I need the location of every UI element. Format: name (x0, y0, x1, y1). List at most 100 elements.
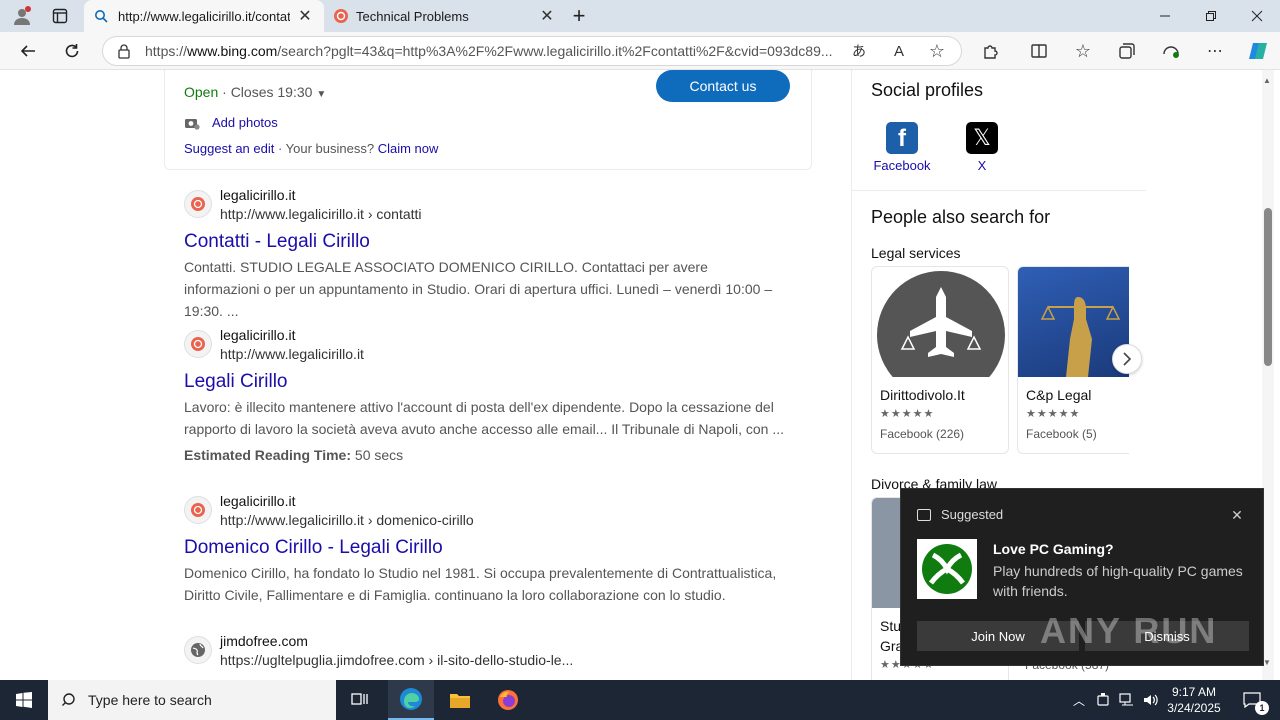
tab-title: http://www.legalicirillo.it/contatti (118, 8, 290, 24)
result-url[interactable]: http://www.legalicirillo.it › contatti (220, 206, 422, 222)
result-url[interactable]: http://www.legalicirillo.it (220, 346, 364, 362)
refresh-icon[interactable] (58, 38, 86, 64)
social-x[interactable]: 𝕏 X (952, 122, 1012, 173)
closes-time: · Closes 19:30 (218, 84, 313, 100)
site-favicon-icon (184, 190, 212, 218)
edge-taskbar-icon[interactable] (388, 680, 434, 720)
site-favicon-icon (184, 496, 212, 524)
notification-title: Love PC Gaming? (993, 541, 1114, 557)
card-name: Dirittodivolo.It (880, 387, 965, 403)
dismiss-button[interactable]: Dismiss (1085, 621, 1249, 651)
people-also-search-title: People also search for (871, 207, 1051, 227)
social-profiles-title: Social profiles (871, 80, 984, 100)
windows-start-icon[interactable] (0, 680, 48, 720)
tab-inactive[interactable]: Technical Problems ✕ (326, 0, 562, 32)
add-photos-row[interactable]: Add photos (184, 115, 278, 130)
claim-now-link[interactable]: Claim now (378, 141, 439, 156)
notification-center-icon[interactable]: 1 (1234, 680, 1270, 720)
more-options-icon[interactable]: ⋯ (1204, 40, 1226, 62)
url-prefix: https:// (145, 43, 188, 59)
sidebar-separator (852, 190, 1146, 191)
sidebar-divider (851, 70, 852, 680)
split-screen-icon[interactable] (1028, 40, 1050, 62)
contact-us-button[interactable]: Contact us (656, 70, 790, 102)
join-now-label: Join Now (971, 628, 1025, 644)
close-tab-icon[interactable]: ✕ (290, 6, 320, 26)
volume-icon[interactable] (1140, 680, 1162, 720)
device-icon[interactable] (1092, 680, 1114, 720)
tab-bar: http://www.legalicirillo.it/contatti ✕ T… (0, 0, 1280, 32)
restore-icon[interactable] (1188, 0, 1234, 32)
social-facebook[interactable]: f Facebook (872, 122, 932, 173)
reading-time-value: 50 secs (351, 447, 404, 463)
extensions-icon[interactable] (980, 40, 1002, 62)
taskbar-search-input[interactable]: Type here to search (48, 680, 336, 720)
performance-icon[interactable] (1160, 40, 1182, 62)
result-url[interactable]: http://www.legalicirillo.it › domenico-c… (220, 512, 474, 528)
chevron-up-icon[interactable]: ︿ (1068, 680, 1090, 720)
file-explorer-icon[interactable] (438, 680, 482, 720)
read-aloud-icon[interactable]: A (888, 40, 910, 62)
add-photos-link[interactable]: Add photos (212, 115, 278, 130)
favorite-star-icon[interactable]: ☆ (926, 40, 948, 62)
x-icon: 𝕏 (966, 122, 998, 154)
suggest-edit-link[interactable]: Suggest an edit (184, 141, 274, 156)
rating-stars-icon: ★★★★★ (1026, 408, 1081, 420)
minimize-icon[interactable] (1142, 0, 1188, 32)
scroll-up-arrow-icon[interactable]: ▲ (1263, 76, 1271, 85)
close-notification-icon[interactable]: ✕ (1227, 505, 1247, 525)
chevron-right-icon (1123, 352, 1132, 366)
card-rating: Facebook (5) (1026, 427, 1097, 441)
result-title-link[interactable]: Contatti - Legali Cirillo (184, 231, 370, 253)
new-tab-icon[interactable]: + (566, 3, 592, 28)
close-tab-icon[interactable]: ✕ (532, 6, 562, 26)
result-title-link[interactable]: Legali Cirillo (184, 371, 288, 393)
chevron-down-icon[interactable]: ▼ (316, 89, 326, 100)
profile-icon[interactable] (8, 4, 36, 28)
business-hours: Open · Closes 19:30 ▼ (184, 84, 326, 100)
search-icon (62, 693, 75, 706)
search-icon (84, 9, 118, 23)
address-bar[interactable]: https://www.bing.com/search?pglt=43&q=ht… (102, 36, 962, 66)
related-card[interactable]: Dirittodivolo.It ★★★★★ Facebook (226) (871, 266, 1009, 454)
tab-title: Technical Problems (356, 8, 469, 24)
tab-active[interactable]: http://www.legalicirillo.it/contatti ✕ (84, 0, 324, 32)
carousel-next-button[interactable] (1112, 344, 1142, 374)
result-url[interactable]: https://ugltelpuglia.jimdofree.com › il-… (220, 652, 573, 668)
task-view-icon[interactable] (338, 680, 382, 720)
x-label: X (977, 158, 987, 173)
copilot-icon[interactable] (1246, 39, 1270, 63)
reading-time-label: Estimated Reading Time: (184, 447, 352, 463)
notification-header: Suggested (941, 507, 1004, 522)
clock-time: 9:17 AM (1171, 685, 1217, 699)
result-site: legalicirillo.it (220, 187, 296, 203)
collections-icon[interactable] (1116, 40, 1138, 62)
xbox-icon (917, 539, 977, 599)
favorites-icon[interactable]: ☆ (1072, 40, 1094, 62)
clock-date: 3/24/2025 (1167, 701, 1221, 715)
close-window-icon[interactable] (1234, 0, 1280, 32)
open-status: Open (184, 84, 219, 100)
scrollbar-thumb[interactable] (1264, 208, 1272, 366)
globe-icon (184, 636, 212, 664)
back-icon[interactable] (14, 38, 42, 64)
result-site: jimdofree.com (220, 633, 308, 649)
scroll-down-arrow-icon[interactable]: ▼ (1263, 658, 1271, 667)
translate-icon[interactable]: あ (848, 40, 870, 62)
suggest-edit-row: Suggest an edit · Your business? Claim n… (184, 141, 438, 156)
warning-favicon-icon (326, 8, 356, 24)
tab-actions-icon[interactable] (48, 4, 72, 28)
taskbar: Type here to search ︿ 9:17 AM 3/24/2025 … (0, 680, 1280, 720)
result-title-link[interactable]: Domenico Cirillo - Legali Cirillo (184, 537, 443, 559)
card-name-partial: Stu (880, 618, 902, 634)
firefox-icon[interactable] (486, 680, 530, 720)
join-now-button[interactable]: Join Now (917, 621, 1079, 651)
notification-count: 1 (1255, 701, 1269, 715)
network-icon[interactable] (1116, 680, 1138, 720)
result-snippet: Contatti. STUDIO LEGALE ASSOCIATO DOMENI… (184, 259, 773, 319)
clock[interactable]: 9:17 AM 3/24/2025 (1164, 684, 1224, 716)
url-host: www.bing.com (187, 43, 278, 59)
result-snippet: Domenico Cirillo, ha fondato lo Studio n… (184, 565, 777, 603)
plane-scales-icon (872, 267, 1008, 377)
search-results-page: Open · Closes 19:30 ▼ Contact us Add phot… (0, 70, 1280, 680)
